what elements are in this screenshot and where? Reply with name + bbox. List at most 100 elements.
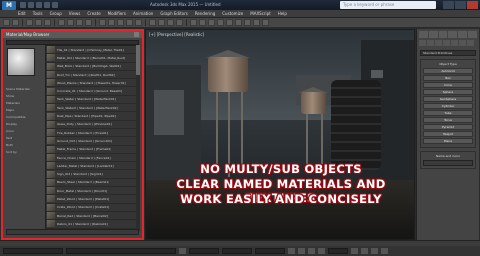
menu-rendering[interactable]: Rendering	[195, 11, 215, 16]
undo-icon[interactable]	[44, 2, 50, 8]
primitive-type-dropdown[interactable]: Standard Primitives	[420, 50, 476, 56]
window-crossing-button[interactable]	[85, 19, 92, 26]
auto-key-button[interactable]	[288, 248, 295, 254]
space-warps-icon[interactable]	[459, 40, 466, 46]
unlink-button[interactable]	[35, 19, 42, 26]
menu-edit[interactable]: Edit	[18, 11, 26, 16]
select-by-name-button[interactable]	[67, 19, 74, 26]
lights-icon[interactable]	[435, 40, 442, 46]
option-item[interactable]: Maps	[6, 107, 42, 114]
box-button[interactable]: Box	[423, 75, 473, 81]
list-item[interactable]: Wall_Brick ( Standard ) [BuildingA, Wall…	[46, 62, 138, 71]
redo-icon[interactable]	[52, 2, 58, 8]
app-logo-button[interactable]: M	[2, 0, 16, 10]
viewport-label[interactable]: [+] [Perspective] [Realistic]	[149, 32, 204, 37]
sphere-button[interactable]: Sphere	[423, 89, 473, 95]
list-item[interactable]: Tank_Water ( Standard ) [WaterTank01]	[46, 95, 138, 105]
option-item[interactable]: Sort by	[6, 149, 42, 156]
new-icon[interactable]	[20, 2, 26, 8]
list-item[interactable]: Wood_Planks ( Standard ) [Tower01, Tower…	[46, 79, 138, 88]
pan-icon[interactable]	[371, 248, 378, 254]
tab-utilities[interactable]	[468, 31, 477, 38]
reference-coord-button[interactable]	[126, 19, 133, 26]
undo-button[interactable]	[3, 19, 10, 26]
list-item[interactable]: Metal_Frame ( Standard ) [Frame01]	[46, 145, 138, 154]
menu-group[interactable]: Group	[50, 11, 62, 16]
cone-button[interactable]: Cone	[423, 82, 473, 88]
helpers-icon[interactable]	[451, 40, 458, 46]
angle-snap-button[interactable]	[158, 19, 165, 26]
option-item[interactable]: Materials	[6, 100, 42, 107]
close-icon[interactable]	[134, 32, 139, 37]
pyramid-button[interactable]: Pyramid	[423, 124, 473, 130]
open-icon[interactable]	[28, 2, 34, 8]
save-icon[interactable]	[36, 2, 42, 8]
menu-help[interactable]: Help	[278, 11, 287, 16]
cylinder-button[interactable]: Cylinder	[423, 103, 473, 109]
shapes-icon[interactable]	[427, 40, 434, 46]
option-item[interactable]: Display	[6, 121, 42, 128]
material-editor-button[interactable]	[235, 19, 242, 26]
list-item[interactable]: Tank_Water2 ( Standard ) [WaterTank02]	[46, 104, 138, 113]
list-item[interactable]: Rust_Pipe ( Standard ) [Pipe01, Pipe02]	[46, 112, 138, 121]
pivot-center-button[interactable]	[135, 19, 142, 26]
systems-icon[interactable]	[467, 40, 474, 46]
menu-maxscript[interactable]: MAXScript	[250, 11, 271, 16]
autogrid-checkbox[interactable]: AutoGrid	[423, 68, 473, 74]
render-button[interactable]	[262, 19, 269, 26]
list-item[interactable]: Roof_Tin ( Standard ) [Roof01, Roof02]	[46, 71, 138, 80]
list-item[interactable]: Debris_01 ( Standard ) [Debris01]	[46, 220, 138, 229]
tab-create[interactable]	[419, 31, 428, 38]
search-input[interactable]: Type a keyword or phrase	[340, 1, 436, 9]
menu-modifiers[interactable]: Modifiers	[108, 11, 126, 16]
list-item[interactable]: Sign_Old ( Standard ) [Sign01]	[46, 170, 138, 179]
rollout-title[interactable]: Name and Color	[423, 154, 473, 158]
scrollbar-thumb[interactable]	[136, 45, 140, 75]
rollout-title[interactable]: Object Type	[423, 62, 473, 66]
lock-selection-icon[interactable]	[179, 248, 186, 254]
plane-button[interactable]: Plane	[423, 138, 473, 144]
orbit-icon[interactable]	[361, 248, 368, 254]
maximize-viewport-icon[interactable]	[381, 248, 388, 254]
y-coordinate-field[interactable]	[222, 248, 252, 254]
maxscript-listener-field[interactable]	[3, 248, 63, 254]
scale-button[interactable]	[117, 19, 124, 26]
list-item[interactable]: Glass_Dirty ( Standard ) [Window01]	[46, 120, 138, 129]
teapot-button[interactable]: Teapot	[423, 131, 473, 137]
current-frame-field[interactable]	[328, 248, 348, 254]
geometry-icon[interactable]	[419, 40, 426, 46]
list-item[interactable]: Metal_Old ( Standard ) [Barrel01, Metal_…	[46, 54, 138, 63]
perspective-viewport[interactable]: [+] [Perspective] [Realistic] NO MULTY/S…	[145, 29, 415, 240]
spinner-snap-button[interactable]	[176, 19, 183, 26]
list-item[interactable]: Ground_Dirt ( Standard ) [Ground01]	[46, 137, 138, 146]
menu-customize[interactable]: Customize	[222, 11, 243, 16]
option-item[interactable]: Text	[6, 135, 42, 142]
set-key-button[interactable]	[298, 248, 305, 254]
menu-create[interactable]: Create	[87, 11, 100, 16]
list-item[interactable]: Tire_Rubber ( Standard ) [Tires01]	[46, 129, 138, 138]
object-name-field[interactable]	[423, 160, 473, 166]
maximize-button[interactable]	[455, 1, 466, 9]
mirror-button[interactable]	[190, 19, 197, 26]
option-item[interactable]: Show	[6, 93, 42, 100]
schematic-view-button[interactable]	[226, 19, 233, 26]
select-link-button[interactable]	[26, 19, 33, 26]
play-icon[interactable]	[308, 248, 315, 254]
torus-button[interactable]: Torus	[423, 117, 473, 123]
option-item[interactable]: Both	[6, 142, 42, 149]
close-button[interactable]	[467, 1, 478, 9]
option-item[interactable]: Icons	[6, 128, 42, 135]
rendered-frame-button[interactable]	[253, 19, 260, 26]
bind-space-warp-button[interactable]	[44, 19, 51, 26]
menu-animation[interactable]: Animation	[133, 11, 153, 16]
list-item[interactable]: Tile_01 ( Standard ) [Chimney_Metal, Til…	[46, 46, 138, 55]
list-item[interactable]: Pallet_Wood ( Standard ) [Pallet01]	[46, 195, 138, 204]
layer-manager-button[interactable]	[208, 19, 215, 26]
next-frame-icon[interactable]	[318, 248, 325, 254]
list-item[interactable]: Concrete_01 ( Standard ) [Ground, Base01…	[46, 87, 138, 96]
tab-motion[interactable]	[448, 31, 458, 38]
cameras-icon[interactable]	[443, 40, 450, 46]
menu-graph-editors[interactable]: Graph Editors	[160, 11, 187, 16]
list-item[interactable]: Barrel_Red ( Standard ) [Barrel02]	[46, 212, 138, 221]
percent-snap-button[interactable]	[167, 19, 174, 26]
